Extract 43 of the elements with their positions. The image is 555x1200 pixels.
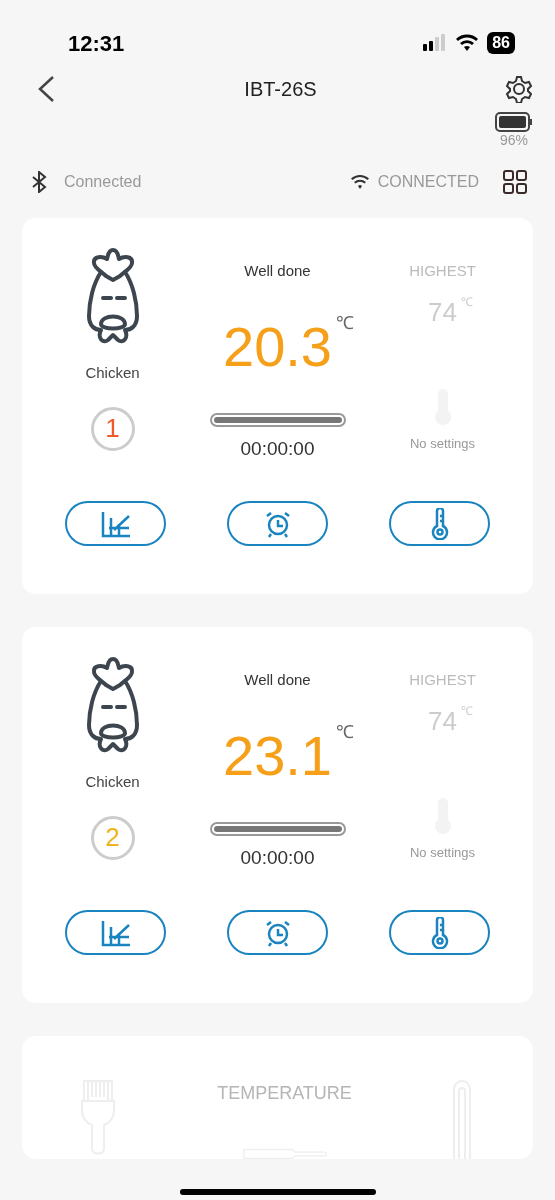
wifi-status: CONNECTED <box>377 172 479 192</box>
food-name: Chicken <box>85 772 140 792</box>
current-temperature: 20.3 <box>223 314 332 378</box>
doneness-label: Well done <box>244 261 311 281</box>
highest-label: HIGHEST <box>409 261 476 281</box>
setting-status: No settings <box>409 843 475 862</box>
status-time: 12:31 <box>68 29 125 58</box>
battery-level: 86 <box>487 32 515 54</box>
current-temperature: 23.1 <box>223 723 332 787</box>
thermometer-icon <box>430 916 449 949</box>
highest-label: HIGHEST <box>409 670 476 690</box>
device-battery-percent: 96% <box>500 132 528 148</box>
bluetooth-status: Connected <box>64 172 142 192</box>
chart-button[interactable] <box>65 910 166 955</box>
wifi-icon <box>349 174 370 190</box>
timer: 00:00:00 <box>240 436 315 461</box>
doneness-label: Well done <box>244 670 311 690</box>
signal-icon <box>423 34 448 52</box>
thermometer-icon <box>430 507 449 540</box>
page-title: IBT-26S <box>244 77 317 102</box>
bluetooth-icon <box>30 171 48 193</box>
thermometer-button[interactable] <box>389 501 490 546</box>
battery-icon <box>495 112 533 132</box>
settings-icon[interactable] <box>505 75 533 103</box>
back-icon[interactable] <box>36 75 56 103</box>
wifi-icon <box>455 34 480 52</box>
chart-icon <box>100 918 131 947</box>
alarm-button[interactable] <box>227 501 328 546</box>
temperature-unit: ℃ <box>336 312 354 333</box>
alarm-button[interactable] <box>227 910 328 955</box>
temperature-label: TEMPERATURE <box>217 1082 352 1105</box>
probe-number: 2 <box>90 815 135 860</box>
chart-icon <box>100 509 131 538</box>
temperature-unit: ℃ <box>460 293 473 311</box>
timer: 00:00:00 <box>240 845 315 870</box>
setting-status: No settings <box>409 434 475 453</box>
food-name: Chicken <box>85 363 140 383</box>
chart-button[interactable] <box>65 501 166 546</box>
temperature-unit: ℃ <box>336 721 354 742</box>
grid-icon[interactable] <box>503 170 527 194</box>
thermometer-button[interactable] <box>389 910 490 955</box>
probe-number: 1 <box>90 406 135 451</box>
temperature-unit: ℃ <box>460 702 473 720</box>
